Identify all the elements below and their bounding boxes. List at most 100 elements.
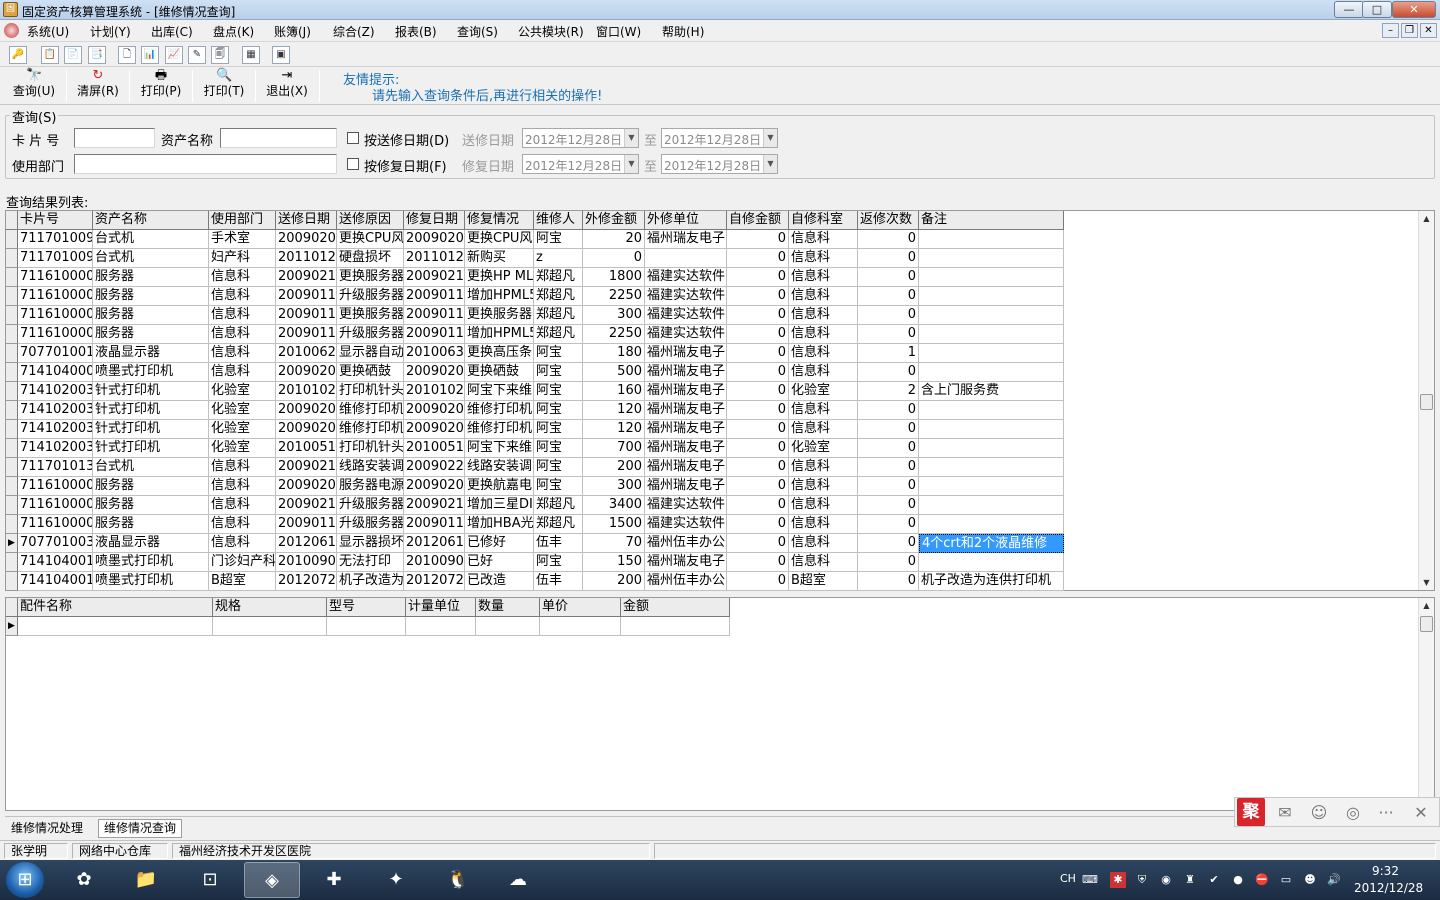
column-header[interactable]: 修复日期 — [404, 211, 465, 230]
table-cell[interactable]: 伍丰 — [534, 534, 583, 553]
table-cell[interactable]: 阿宝 — [534, 382, 583, 401]
row-indicator[interactable] — [6, 458, 18, 477]
table-cell[interactable]: 信息科 — [789, 344, 858, 363]
taskbar-app-pinwheel-icon[interactable]: ✿ — [56, 862, 112, 898]
table-cell[interactable]: 含上门服务费 — [919, 382, 1064, 401]
table-cell[interactable]: 信息科 — [209, 325, 276, 344]
table-cell[interactable]: 0 — [727, 249, 789, 268]
security-icon[interactable]: ✔ — [1206, 872, 1222, 888]
table-cell[interactable]: 福州瑞友电子 — [645, 553, 727, 572]
table-cell[interactable]: 化验室 — [209, 382, 276, 401]
scroll-up-icon[interactable]: ▲ — [1421, 214, 1432, 223]
table-cell[interactable]: 增加HPML5 — [465, 325, 534, 344]
table-cell[interactable]: 打印机针头 — [337, 382, 404, 401]
table-cell[interactable]: 针式打印机 — [93, 420, 209, 439]
table-cell[interactable]: 2250 — [583, 325, 645, 344]
row-indicator[interactable] — [6, 572, 18, 591]
table-cell[interactable]: 0 — [858, 553, 919, 572]
table-cell[interactable]: 针式打印机 — [93, 382, 209, 401]
print-preview-button[interactable]: 🔍 打印(T) — [194, 69, 254, 103]
table-cell[interactable]: 0 — [727, 306, 789, 325]
results-grid-scrollbar[interactable]: ▲ ▼ — [1418, 211, 1434, 590]
doc-icon[interactable]: 📄 — [64, 46, 82, 64]
table-cell[interactable]: 20101028 — [404, 382, 465, 401]
table-cell[interactable] — [919, 420, 1064, 439]
table-cell[interactable]: 打印机针头 — [337, 439, 404, 458]
table-cell[interactable]: 0 — [727, 325, 789, 344]
column-header[interactable]: 维修人 — [534, 211, 583, 230]
table-cell[interactable]: 信息科 — [789, 477, 858, 496]
table-cell[interactable] — [919, 496, 1064, 515]
row-indicator[interactable] — [6, 439, 18, 458]
table-cell[interactable]: 更换硒鼓 — [465, 363, 534, 382]
table-cell[interactable]: 福州伍丰办公 — [645, 572, 727, 591]
table-cell[interactable]: 台式机 — [93, 458, 209, 477]
table-cell[interactable]: 福州瑞友电子 — [645, 401, 727, 420]
table-cell[interactable]: 阿宝 — [534, 553, 583, 572]
taskbar-plus-icon[interactable]: ✚ — [306, 862, 362, 898]
table-cell[interactable]: 7077010039 — [18, 534, 93, 553]
table-cell[interactable]: 信息科 — [209, 477, 276, 496]
table-cell[interactable]: 郑超凡 — [534, 496, 583, 515]
table-cell[interactable]: 0 — [858, 496, 919, 515]
table-cell[interactable]: 0 — [858, 477, 919, 496]
column-header[interactable]: 使用部门 — [209, 211, 276, 230]
taskbar-compass-icon[interactable]: ✦ — [368, 862, 424, 898]
table-cell[interactable]: 妇产科 — [209, 249, 276, 268]
table-cell[interactable] — [919, 553, 1064, 572]
table-cell[interactable]: 门诊妇产科 — [209, 553, 276, 572]
table-cell[interactable]: 7116100006 — [18, 496, 93, 515]
document-icon[interactable] — [4, 23, 19, 38]
send-date-checkbox[interactable] — [347, 132, 359, 144]
menu-outbound[interactable]: 出库(C) — [151, 23, 193, 40]
table-cell[interactable]: 20090113 — [276, 515, 337, 534]
parts-grid-scrollbar[interactable]: ▲ — [1418, 598, 1434, 810]
row-indicator[interactable] — [6, 344, 18, 363]
table-cell[interactable]: 信息科 — [789, 534, 858, 553]
row-indicator[interactable] — [6, 496, 18, 515]
column-header[interactable]: 型号 — [327, 598, 406, 617]
table-cell[interactable]: 300 — [583, 477, 645, 496]
taskbar-maxthon-icon[interactable]: ⊡ — [182, 862, 238, 898]
table-cell[interactable]: 200 — [583, 458, 645, 477]
table-cell[interactable]: 信息科 — [789, 401, 858, 420]
table-cell[interactable]: 信息科 — [209, 363, 276, 382]
table-cell[interactable]: 信息科 — [209, 515, 276, 534]
table-cell[interactable]: 显示器自动 — [337, 344, 404, 363]
column-header[interactable]: 自修金额 — [727, 211, 789, 230]
table-cell[interactable]: 信息科 — [209, 496, 276, 515]
results-grid[interactable]: 卡片号 资产名称 使用部门 送修日期 送修原因 修复日期 修复情况 维修人 外修金额 外修单位 自修… — [5, 210, 1435, 591]
table-cell[interactable]: 线路安装调 — [465, 458, 534, 477]
table-cell[interactable]: 20120618 — [276, 534, 337, 553]
table-cell[interactable]: 化验室 — [209, 401, 276, 420]
table-cell[interactable]: 机子改造为 — [337, 572, 404, 591]
table-cell[interactable]: 硬盘损坏 — [337, 249, 404, 268]
chat-icon[interactable]: ☺ — [1308, 803, 1330, 823]
table-cell[interactable]: 福州瑞友电子 — [645, 344, 727, 363]
parts-grid[interactable]: 配件名称 规格 型号 计量单位 数量 单价 金额 ▶ ▲ — [5, 597, 1435, 811]
table-cell[interactable]: 服务器 — [93, 306, 209, 325]
table-cell[interactable]: 服务器 — [93, 496, 209, 515]
table-cell[interactable]: 0 — [727, 382, 789, 401]
table-cell[interactable]: 维修打印机 — [337, 420, 404, 439]
table-cell[interactable]: 7117010098 — [18, 230, 93, 249]
column-header[interactable]: 数量 — [476, 598, 540, 617]
table-cell[interactable]: 20100907 — [404, 553, 465, 572]
keyboard-icon[interactable]: ⌨ — [1082, 872, 1098, 888]
table-cell[interactable]: 信息科 — [789, 287, 858, 306]
mail-icon[interactable]: ✉ — [1274, 803, 1296, 823]
table-cell[interactable]: 7117010132 — [18, 458, 93, 477]
table-cell[interactable]: 20090114 — [404, 325, 465, 344]
row-indicator[interactable]: ▶ — [6, 534, 18, 553]
send-date-to-picker[interactable]: 2012年12月28日 ▼ — [661, 128, 778, 148]
table-cell[interactable] — [18, 617, 213, 636]
column-header[interactable]: 自修科室 — [789, 211, 858, 230]
scroll-down-icon[interactable]: ▼ — [1421, 578, 1432, 587]
table-cell[interactable]: 针式打印机 — [93, 401, 209, 420]
menu-public-module[interactable]: 公共模块(R) — [518, 23, 584, 40]
table-cell[interactable]: 无法打印 — [337, 553, 404, 572]
table-cell[interactable]: 20090210 — [276, 496, 337, 515]
table-cell[interactable]: 阿宝 — [534, 363, 583, 382]
row-indicator[interactable] — [6, 287, 18, 306]
table-cell[interactable]: 0 — [727, 515, 789, 534]
